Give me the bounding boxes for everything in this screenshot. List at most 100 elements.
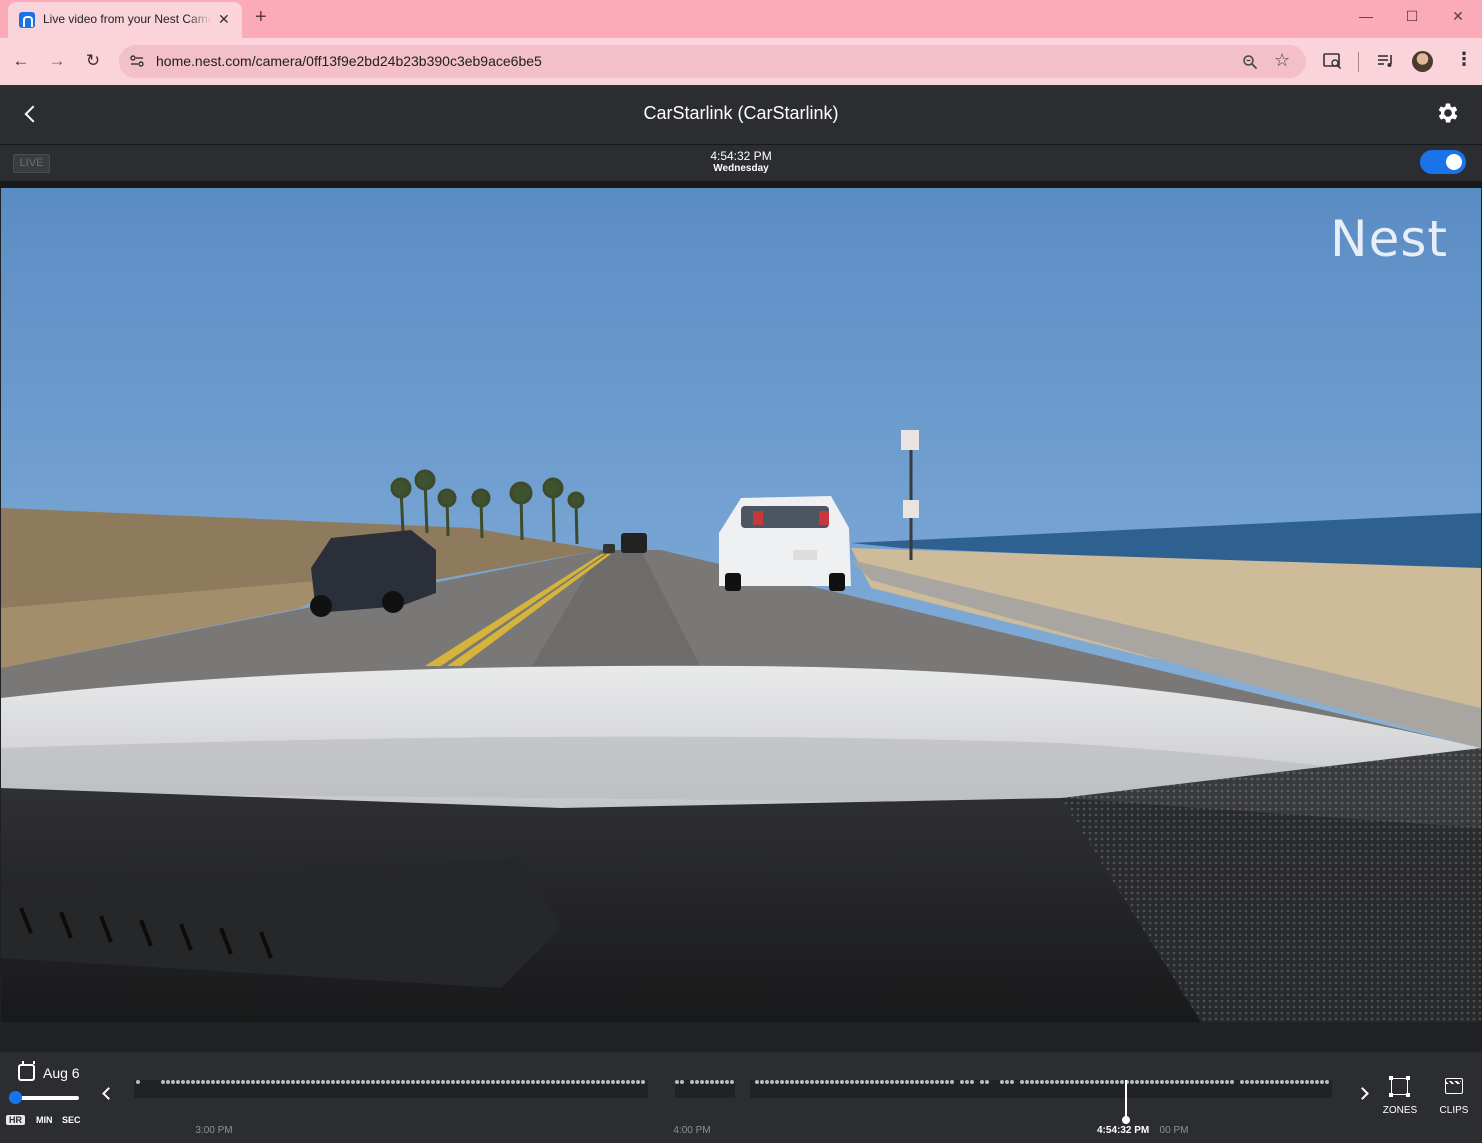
event-dot xyxy=(201,1080,205,1084)
event-dot xyxy=(1310,1080,1314,1084)
new-tab-button[interactable]: + xyxy=(255,7,267,27)
event-dot xyxy=(1075,1080,1079,1084)
event-dot xyxy=(496,1080,500,1084)
event-dot xyxy=(1140,1080,1144,1084)
event-dot xyxy=(1135,1080,1139,1084)
event-dot xyxy=(461,1080,465,1084)
event-dot xyxy=(820,1080,824,1084)
event-dot xyxy=(785,1080,789,1084)
profile-avatar[interactable] xyxy=(1412,51,1433,72)
event-dot xyxy=(306,1080,310,1084)
event-dot xyxy=(1065,1080,1069,1084)
forward-arrow-icon[interactable]: → xyxy=(46,51,68,71)
event-dot xyxy=(536,1080,540,1084)
event-dot xyxy=(426,1080,430,1084)
event-dot xyxy=(1030,1080,1034,1084)
event-dot xyxy=(850,1080,854,1084)
event-dot xyxy=(675,1080,679,1084)
url-text[interactable]: home.nest.com/camera/0ff13f9e2bd24b23b39… xyxy=(156,53,542,69)
event-dot xyxy=(266,1080,270,1084)
event-dot xyxy=(356,1080,360,1084)
current-day: Wednesday xyxy=(713,163,769,174)
star-icon[interactable]: ☆ xyxy=(1274,50,1290,71)
event-dot xyxy=(561,1080,565,1084)
event-dot xyxy=(860,1080,864,1084)
settings-gear-icon[interactable] xyxy=(1435,100,1461,126)
event-dot xyxy=(576,1080,580,1084)
timeline-prev-arrow-icon[interactable] xyxy=(100,1086,112,1100)
event-dot xyxy=(980,1080,984,1084)
browser-tabstrip: Live video from your Nest Camera ✕ + — ☐… xyxy=(0,0,1482,38)
event-dot xyxy=(241,1080,245,1084)
timeline-next-arrow-icon[interactable] xyxy=(1358,1086,1370,1100)
event-dot xyxy=(875,1080,879,1084)
event-dot xyxy=(526,1080,530,1084)
event-dot xyxy=(780,1080,784,1084)
event-dot xyxy=(466,1080,470,1084)
tab-title: Live video from your Nest Camera xyxy=(43,12,211,30)
event-dot xyxy=(760,1080,764,1084)
kebab-menu-icon[interactable]: ⋮ xyxy=(1455,49,1473,70)
event-dot xyxy=(1115,1080,1119,1084)
event-dot xyxy=(276,1080,280,1084)
live-video-feed[interactable]: Nest xyxy=(1,188,1481,1022)
event-dot xyxy=(586,1080,590,1084)
browser-toolbar: ← → ↻ home.nest.com/camera/0ff13f9e2bd24… xyxy=(0,38,1482,85)
event-dot xyxy=(416,1080,420,1084)
event-dot xyxy=(815,1080,819,1084)
media-icon[interactable] xyxy=(1377,54,1395,68)
event-dot xyxy=(551,1080,555,1084)
event-dot xyxy=(1130,1080,1134,1084)
window-maximize-button[interactable]: ☐ xyxy=(1402,8,1422,25)
reload-icon[interactable]: ↻ xyxy=(82,51,104,71)
event-dot xyxy=(1270,1080,1274,1084)
event-dot xyxy=(805,1080,809,1084)
site-info-icon[interactable] xyxy=(129,53,145,69)
event-dot xyxy=(171,1080,175,1084)
back-arrow-icon[interactable]: ← xyxy=(10,51,32,71)
event-dot xyxy=(421,1080,425,1084)
event-dot xyxy=(406,1080,410,1084)
event-dot xyxy=(945,1080,949,1084)
event-dot xyxy=(1060,1080,1064,1084)
event-dot xyxy=(1320,1080,1324,1084)
event-dot xyxy=(601,1080,605,1084)
date-label[interactable]: Aug 6 xyxy=(43,1065,80,1081)
event-dot xyxy=(316,1080,320,1084)
event-dot xyxy=(161,1080,165,1084)
event-dot xyxy=(900,1080,904,1084)
scale-option-sec[interactable]: SEC xyxy=(62,1115,81,1125)
camera-power-toggle[interactable] xyxy=(1420,150,1466,174)
event-dot xyxy=(855,1080,859,1084)
event-dot xyxy=(291,1080,295,1084)
window-minimize-button[interactable]: — xyxy=(1356,8,1376,24)
zoom-icon[interactable] xyxy=(1242,54,1258,70)
event-dot xyxy=(1090,1080,1094,1084)
zoom-scale-slider[interactable] xyxy=(9,1091,79,1104)
tab-close-icon[interactable]: ✕ xyxy=(218,11,230,28)
browser-tab-active[interactable]: Live video from your Nest Camera ✕ xyxy=(8,2,242,38)
cast-icon[interactable] xyxy=(1323,53,1342,69)
event-dot xyxy=(1050,1080,1054,1084)
scale-option-min[interactable]: MIN xyxy=(36,1115,53,1125)
event-dot xyxy=(471,1080,475,1084)
calendar-icon[interactable] xyxy=(18,1061,35,1081)
address-bar[interactable]: home.nest.com/camera/0ff13f9e2bd24b23b39… xyxy=(119,45,1306,78)
camera-title: CarStarlink (CarStarlink) xyxy=(643,103,839,123)
event-dot xyxy=(516,1080,520,1084)
event-dot xyxy=(1290,1080,1294,1084)
timeline-playhead-handle[interactable] xyxy=(1122,1116,1130,1124)
event-dot xyxy=(1205,1080,1209,1084)
scale-option-hr[interactable]: HR xyxy=(6,1115,25,1125)
zoom-slider-thumb[interactable] xyxy=(9,1091,22,1104)
timeline-playhead[interactable] xyxy=(1125,1080,1127,1120)
event-dot xyxy=(1295,1080,1299,1084)
camera-header: CarStarlink (CarStarlink) xyxy=(0,85,1482,145)
event-dot xyxy=(825,1080,829,1084)
window-close-button[interactable]: ✕ xyxy=(1448,8,1468,25)
event-dot xyxy=(720,1080,724,1084)
event-dot xyxy=(925,1080,929,1084)
event-dot xyxy=(336,1080,340,1084)
event-dot xyxy=(1080,1080,1084,1084)
event-dot xyxy=(401,1080,405,1084)
